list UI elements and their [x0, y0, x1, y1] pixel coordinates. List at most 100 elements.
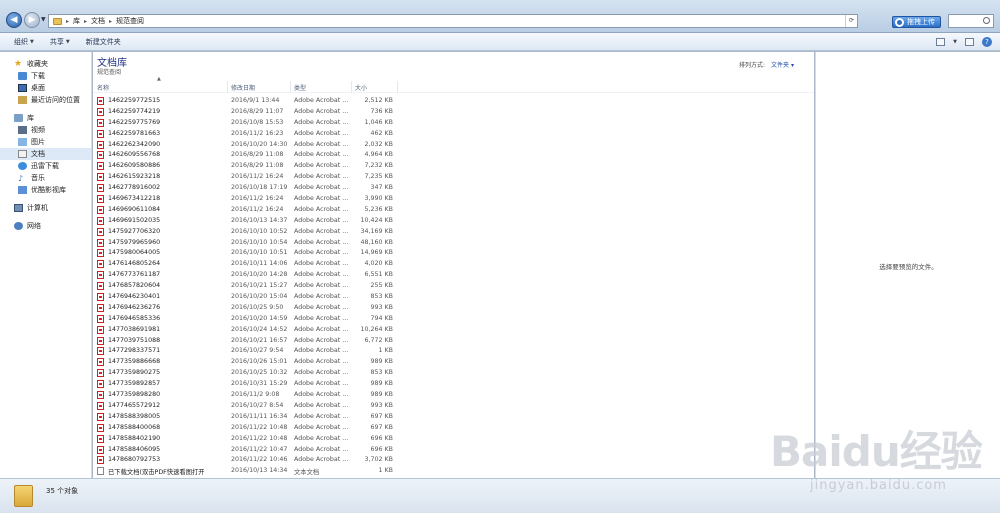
sidebar-item-documents[interactable]: 文档: [0, 148, 91, 160]
file-row[interactable]: 1475927706320 2016/10/10 10:52 Adobe Acrob…: [93, 227, 814, 238]
chevron-down-icon: ▾: [790, 62, 794, 69]
breadcrumb-documents[interactable]: 文档: [91, 16, 105, 26]
file-row[interactable]: 1478588402190 2016/11/22 10:48 Adobe Acrob…: [93, 434, 814, 445]
file-row[interactable]: 1476946585336 2016/10/20 14:59 Adobe Acrob…: [93, 314, 814, 325]
back-button[interactable]: ◀: [6, 12, 22, 28]
file-row[interactable]: 1462609580886 2016/8/29 11:08 Adobe Acroba…: [93, 161, 814, 172]
sidebar-item-downloads[interactable]: 下载: [0, 70, 91, 82]
file-row[interactable]: 1478588406095 2016/11/22 10:47 Adobe Acrob…: [93, 445, 814, 456]
file-type: Adobe Acrobat ...: [294, 293, 349, 301]
breadcrumb-library[interactable]: 库: [73, 16, 80, 26]
file-type: Adobe Acrobat ...: [294, 249, 349, 257]
file-row[interactable]: 1478588398005 2016/11/11 16:34 Adobe Acrob…: [93, 412, 814, 423]
column-divider[interactable]: [227, 81, 228, 93]
file-type: Adobe Acrobat ...: [294, 380, 349, 388]
column-header-type[interactable]: 类型: [294, 83, 306, 92]
file-row[interactable]: 已下载文档(双击PDF快速看图打开 2016/10/13 14:34 文本文档 1 K…: [93, 466, 814, 477]
view-options-icon[interactable]: [936, 37, 946, 46]
file-row[interactable]: 1476773761187 2016/10/20 14:28 Adobe Acrob…: [93, 270, 814, 281]
file-row[interactable]: 1477465572912 2016/10/27 8:54 Adobe Acroba…: [93, 401, 814, 412]
sidebar-item-favorites[interactable]: ★ 收藏夹: [0, 58, 91, 70]
sidebar-item-label: 音乐: [31, 174, 45, 182]
sidebar-item-network[interactable]: 网络: [0, 220, 91, 232]
search-input[interactable]: [948, 14, 994, 28]
file-row[interactable]: 1477038691981 2016/10/24 14:52 Adobe Acrob…: [93, 325, 814, 336]
preview-pane-icon[interactable]: [965, 37, 974, 46]
cloud-upload-button[interactable]: 拖拽上传: [892, 16, 941, 28]
pdf-icon: [97, 118, 104, 127]
sidebar-item-videos[interactable]: 视频: [0, 124, 91, 136]
file-row[interactable]: 1462259775769 2016/10/8 15:53 Adobe Acroba…: [93, 118, 814, 129]
file-row[interactable]: 1462262342090 2016/10/20 14:30 Adobe Acrob…: [93, 140, 814, 151]
refresh-icon[interactable]: ⟳: [845, 15, 857, 27]
column-divider[interactable]: [290, 81, 291, 93]
file-type: 文本文档: [294, 469, 320, 477]
file-type: Adobe Acrobat ...: [294, 282, 349, 290]
column-header-name[interactable]: 名称: [97, 83, 109, 92]
file-row[interactable]: 1477359892857 2016/10/31 15:29 Adobe Acrob…: [93, 379, 814, 390]
file-type: Adobe Acrobat ...: [294, 314, 349, 322]
pdf-icon: [97, 195, 104, 204]
file-date: 2016/8/29 11:08: [231, 151, 284, 159]
file-size: 989 KB: [370, 358, 393, 366]
file-row[interactable]: 1462615923218 2016/11/2 16:24 Adobe Acroba…: [93, 172, 814, 183]
file-row[interactable]: 1469673412218 2016/11/2 16:24 Adobe Acroba…: [93, 194, 814, 205]
file-name: 1475979965960: [108, 238, 161, 246]
column-header-date[interactable]: 修改日期: [231, 83, 255, 92]
sidebar-item-desktop[interactable]: 桌面: [0, 82, 91, 94]
sidebar-item-computer[interactable]: 计算机: [0, 202, 91, 214]
file-name: 1477039751088: [108, 336, 161, 344]
status-bar: 35 个对象: [0, 478, 1000, 513]
file-row[interactable]: 1477298337571 2016/10/27 9:54 Adobe Acroba…: [93, 346, 814, 357]
address-bar[interactable]: ▸ 库 ▸ 文档 ▸ 规范查阅 ⟳: [48, 14, 858, 28]
file-date: 2016/11/2 16:23: [231, 129, 284, 137]
file-date: 2016/10/10 10:54: [231, 238, 288, 246]
file-row[interactable]: 1462778916002 2016/10/18 17:19 Adobe Acrob…: [93, 183, 814, 194]
sidebar-item-recent-places[interactable]: 最近访问的位置: [0, 94, 91, 106]
chevron-down-icon[interactable]: ▼: [953, 39, 957, 45]
file-row[interactable]: 1477039751088 2016/10/21 16:57 Adobe Acrob…: [93, 336, 814, 347]
new-folder-button[interactable]: 新建文件夹: [78, 33, 129, 51]
file-row[interactable]: 1477359890275 2016/10/25 10:32 Adobe Acrob…: [93, 368, 814, 379]
organize-button[interactable]: 组织 ▼: [0, 33, 42, 51]
arrange-dropdown[interactable]: 文件夹 ▾: [771, 60, 794, 69]
file-type: Adobe Acrobat ...: [294, 195, 349, 203]
sidebar-item-youku[interactable]: 优酷影视库: [0, 184, 91, 196]
sidebar-item-pictures[interactable]: 图片: [0, 136, 91, 148]
file-row[interactable]: 1475979965960 2016/10/10 10:54 Adobe Acrob…: [93, 238, 814, 249]
file-size: 4,020 KB: [364, 260, 393, 268]
file-name: 1477359886668: [108, 358, 161, 366]
share-button[interactable]: 共享 ▼: [42, 33, 78, 51]
file-row[interactable]: 1476146805264 2016/10/11 14:06 Adobe Acrob…: [93, 259, 814, 270]
file-row[interactable]: 1469691502035 2016/10/13 14:37 Adobe Acrob…: [93, 216, 814, 227]
file-row[interactable]: 1478588400068 2016/11/22 10:48 Adobe Acrob…: [93, 423, 814, 434]
file-row[interactable]: 1462609556768 2016/8/29 11:08 Adobe Acroba…: [93, 150, 814, 161]
file-row[interactable]: 1475980064005 2016/10/10 10:51 Adobe Acrob…: [93, 248, 814, 259]
command-toolbar: 组织 ▼ 共享 ▼ 新建文件夹 ▼ ?: [0, 33, 1000, 51]
file-row[interactable]: 1477359898280 2016/11/2 9:08 Adobe Acrobat…: [93, 390, 814, 401]
sidebar-item-libraries[interactable]: 库: [0, 112, 91, 124]
file-row[interactable]: 1476857820604 2016/10/21 15:27 Adobe Acrob…: [93, 281, 814, 292]
breadcrumb-current[interactable]: 规范查阅: [116, 16, 144, 26]
recent-pages-dropdown[interactable]: ▼: [41, 16, 46, 23]
document-library-icon: [18, 150, 27, 158]
file-row[interactable]: 1462259781663 2016/11/2 16:23 Adobe Acroba…: [93, 129, 814, 140]
help-icon[interactable]: ?: [982, 36, 992, 47]
file-row[interactable]: 1476946236276 2016/10/25 9:50 Adobe Acroba…: [93, 303, 814, 314]
sidebar-item-music[interactable]: ♪ 音乐: [0, 172, 91, 184]
file-row[interactable]: 1469690611084 2016/11/2 16:24 Adobe Acroba…: [93, 205, 814, 216]
pdf-icon: [97, 282, 104, 291]
column-divider[interactable]: [351, 81, 352, 93]
column-divider[interactable]: [397, 81, 398, 93]
chevron-right-icon: ▸: [109, 17, 113, 25]
column-header-size[interactable]: 大小: [355, 83, 367, 92]
pdf-icon: [97, 445, 104, 454]
file-row[interactable]: 1476946230401 2016/10/20 15:04 Adobe Acrob…: [93, 292, 814, 303]
file-row[interactable]: 1477359886668 2016/10/26 15:01 Adobe Acrob…: [93, 357, 814, 368]
file-row[interactable]: 1462259772515 2016/9/1 13:44 Adobe Acrobat…: [93, 96, 814, 107]
file-row[interactable]: 1478680792753 2016/11/22 10:46 Adobe Acrob…: [93, 455, 814, 466]
pdf-icon: [97, 260, 104, 269]
forward-button[interactable]: ▶: [24, 12, 40, 28]
file-row[interactable]: 1462259774219 2016/8/29 11:07 Adobe Acroba…: [93, 107, 814, 118]
sidebar-item-thunder-downloads[interactable]: 迅雷下载: [0, 160, 91, 172]
